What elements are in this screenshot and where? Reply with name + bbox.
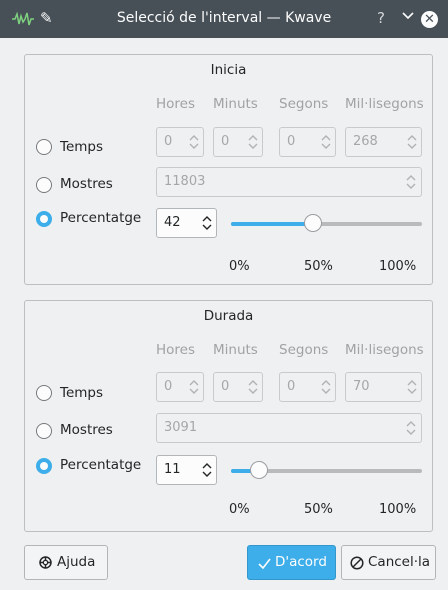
header-hours: Hores [156, 342, 196, 358]
spin-arrows-icon [406, 421, 416, 435]
ok-button-label: D'acord [275, 554, 327, 570]
start-time-radio[interactable] [36, 139, 52, 155]
header-seconds: Segons [279, 96, 329, 112]
duration-time-radio[interactable] [36, 385, 52, 401]
header-milliseconds: Mil·lisegons [345, 96, 424, 112]
help-button[interactable]: ? [377, 9, 385, 27]
spin-arrows-icon [248, 135, 258, 149]
start-percentage-slider[interactable] [231, 214, 422, 234]
duration-samples-radio[interactable] [36, 423, 52, 439]
duration-samples-label: Mostres [60, 422, 113, 438]
cancel-button-label: Cancel·la [368, 554, 431, 570]
header-minutes: Minuts [213, 342, 258, 358]
cancel-button[interactable]: Cancel·la [341, 545, 436, 580]
close-button[interactable]: ✕ [421, 11, 438, 28]
spin-arrows-icon [248, 380, 258, 394]
duration-percentage-radio[interactable] [36, 458, 52, 474]
duration-percentage-spinbox[interactable]: 11 [156, 455, 217, 485]
header-hours: Hores [156, 96, 196, 112]
start-time-label: Temps [60, 139, 104, 155]
start-percentage-spinbox[interactable]: 42 [156, 208, 217, 238]
duration-time-label: Temps [60, 385, 104, 401]
duration-group: Durada Hores Minuts Segons Mil·lisegons … [24, 300, 433, 532]
header-seconds: Segons [279, 342, 329, 358]
scale-100-label: 100% [379, 502, 417, 517]
spin-arrows-icon [321, 135, 331, 149]
spin-arrows-icon [202, 216, 212, 230]
spin-arrows-icon [189, 380, 199, 394]
check-icon [258, 558, 271, 569]
duration-hours-spinbox[interactable]: 0 [156, 372, 204, 402]
duration-samples-field[interactable]: 3091 [156, 413, 422, 443]
spin-arrows-icon [321, 380, 331, 394]
duration-percentage-slider[interactable] [231, 461, 422, 481]
scale-50-label: 50% [304, 259, 333, 274]
start-milliseconds-spinbox[interactable]: 268 [345, 127, 422, 157]
duration-minutes-spinbox[interactable]: 0 [213, 372, 263, 402]
start-samples-label: Mostres [60, 176, 113, 192]
scale-100-label: 100% [379, 259, 417, 274]
ok-button[interactable]: D'acord [247, 545, 336, 580]
start-minutes-spinbox[interactable]: 0 [213, 127, 263, 157]
slider-handle[interactable] [250, 461, 268, 479]
start-hours-spinbox[interactable]: 0 [156, 127, 204, 157]
cancel-icon [350, 556, 364, 570]
start-samples-radio[interactable] [36, 177, 52, 193]
help-dialog-button[interactable]: Ajuda [24, 545, 108, 580]
duration-percentage-label: Percentatge [60, 457, 142, 473]
slider-fill [231, 222, 313, 226]
spin-arrows-icon [202, 463, 212, 477]
duration-milliseconds-spinbox[interactable]: 70 [345, 372, 422, 402]
spin-arrows-icon [406, 175, 416, 189]
start-seconds-spinbox[interactable]: 0 [279, 127, 336, 157]
slider-handle[interactable] [304, 214, 322, 232]
scale-50-label: 50% [304, 502, 333, 517]
spin-arrows-icon [189, 135, 199, 149]
minimize-icon[interactable] [401, 8, 415, 24]
header-milliseconds: Mil·lisegons [345, 342, 424, 358]
header-minutes: Minuts [213, 96, 258, 112]
start-group-title: Inicia [210, 62, 247, 78]
start-group: Inicia Hores Minuts Segons Mil·lisegons … [24, 54, 433, 285]
duration-seconds-spinbox[interactable]: 0 [279, 372, 336, 402]
help-lifebuoy-icon [39, 556, 52, 569]
help-dialog-button-label: Ajuda [57, 554, 96, 570]
start-samples-field[interactable]: 11803 [156, 167, 422, 197]
duration-group-title: Durada [203, 308, 254, 324]
title-bar: ✎ Selecció de l'interval — Kwave ? ✕ [0, 0, 448, 38]
scale-0-label: 0% [229, 502, 250, 517]
spin-arrows-icon [407, 380, 417, 394]
scale-0-label: 0% [229, 259, 250, 274]
spin-arrows-icon [407, 135, 417, 149]
start-percentage-label: Percentatge [60, 210, 142, 226]
start-percentage-radio[interactable] [36, 211, 52, 227]
